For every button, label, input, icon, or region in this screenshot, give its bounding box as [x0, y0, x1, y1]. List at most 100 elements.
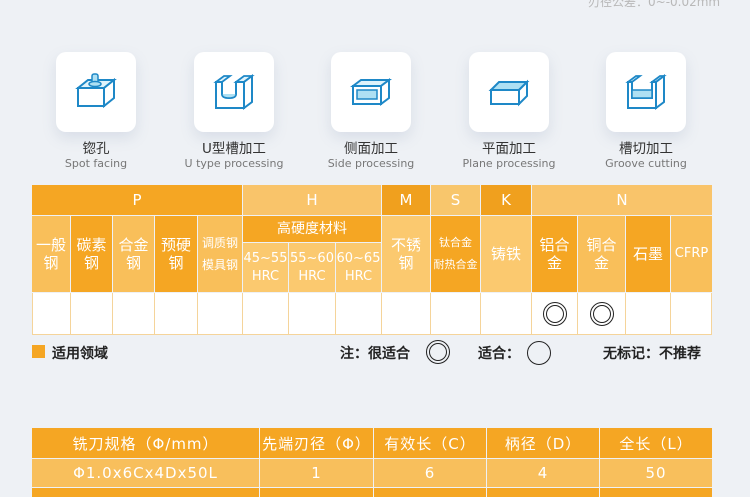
spec-row-next	[487, 488, 599, 497]
legend-suitable: 适合：	[478, 346, 520, 362]
process-side: 侧面加工 Side processing	[316, 52, 426, 171]
suit-cell	[113, 293, 155, 335]
col-line: 耐热合金	[433, 258, 478, 271]
suit-cell	[481, 293, 532, 335]
col-line: 铜合	[586, 236, 617, 254]
col-line: 铝合	[539, 236, 570, 254]
suit-cell	[32, 293, 71, 335]
side-processing-icon	[350, 78, 392, 106]
col-line: 钢	[83, 254, 99, 272]
process-card	[194, 52, 274, 132]
suitable-icon	[527, 341, 551, 365]
spec-header-total-length: 全长（L）	[600, 428, 712, 458]
legend-square-icon	[32, 345, 45, 358]
suit-cell	[289, 293, 336, 335]
col-hrc-55-60: 55~60 HRC	[289, 243, 335, 292]
col-graphite: 石墨	[626, 216, 670, 292]
group-k: K	[481, 185, 531, 215]
spec-row-next	[600, 488, 712, 497]
group-m: M	[382, 185, 430, 215]
legend-not-recommended: 无标记：不推荐	[603, 346, 701, 362]
col-tempered-mold-steel: 调质钢 模具钢	[198, 216, 242, 292]
spot-facing-icon	[75, 73, 117, 109]
suit-cell	[671, 293, 712, 335]
suit-cell-copper	[578, 293, 626, 335]
col-line: 钢	[125, 254, 141, 272]
col-alloy-steel: 合金 钢	[113, 216, 154, 292]
suit-cell	[431, 293, 481, 335]
col-line: 预硬	[160, 236, 191, 254]
col-general-steel: 一般 钢	[32, 216, 70, 292]
plane-processing-icon	[488, 79, 530, 107]
spec-row-next	[32, 488, 259, 497]
legend-very-suitable: 注：很适合	[340, 346, 410, 362]
col-line: HRC	[298, 268, 326, 284]
col-line: 模具钢	[201, 258, 238, 272]
col-titanium-heat-alloy: 钛合金 耐热合金	[431, 216, 480, 292]
group-n: N	[532, 185, 712, 215]
col-line: HRC	[344, 268, 373, 284]
u-groove-icon	[213, 74, 255, 110]
very-suitable-icon	[589, 301, 614, 326]
col-line: 55~60	[290, 250, 334, 266]
col-line: 60~65	[336, 250, 381, 266]
process-card	[56, 52, 136, 132]
col-line: 钢	[398, 254, 414, 272]
legend-applicable: 适用领域	[52, 346, 108, 362]
spec-cell-model: Φ1.0x6Cx4Dx50L	[32, 459, 259, 487]
spec-cell-total-length: 50	[600, 459, 712, 487]
spec-cell-effective-length: 6	[374, 459, 486, 487]
col-carbon-steel: 碳素 钢	[71, 216, 112, 292]
spec-header-shank-diameter: 柄径（D）	[487, 428, 599, 458]
process-card	[469, 52, 549, 132]
very-suitable-icon	[542, 301, 567, 326]
suit-cell	[71, 293, 113, 335]
process-card	[606, 52, 686, 132]
col-line: 金	[546, 254, 562, 272]
col-line: 钢	[168, 254, 184, 272]
col-line: 45~55	[243, 250, 288, 266]
spec-header-tip-diameter: 先端刃径（Φ）	[260, 428, 373, 458]
process-cn-label: U型槽加工	[202, 141, 266, 157]
group-s: S	[431, 185, 480, 215]
col-line: 调质钢	[201, 236, 238, 250]
groove-cutting-icon	[625, 74, 667, 110]
spec-cell-shank-diameter: 4	[487, 459, 599, 487]
process-cn-label: 锪孔	[82, 141, 110, 157]
suit-cell	[336, 293, 382, 335]
very-suitable-icon	[426, 340, 450, 364]
legend-very-suitable-mark	[426, 340, 450, 364]
process-u-type: U型槽加工 U type processing	[179, 52, 289, 171]
col-stainless-steel: 不锈 钢	[382, 216, 430, 292]
process-en-label: Groove cutting	[605, 157, 687, 170]
process-cn-label: 槽切加工	[619, 141, 673, 157]
process-en-label: U type processing	[184, 157, 284, 170]
high-hardness-title: 高硬度材料	[243, 216, 381, 242]
col-line: 碳素	[76, 236, 107, 254]
col-line: HRC	[251, 268, 280, 284]
col-line: 钢	[43, 254, 59, 272]
col-line: 钛合金	[439, 236, 472, 249]
col-cast-iron: 铸铁	[481, 216, 531, 292]
col-line: 一般	[35, 236, 66, 254]
spec-header-effective-length: 有效长（C）	[374, 428, 486, 458]
process-spot-facing: 锪孔 Spot facing	[41, 52, 151, 171]
spec-row-next	[374, 488, 486, 497]
suit-cell	[198, 293, 243, 335]
spec-row-next	[260, 488, 373, 497]
suit-cell	[155, 293, 198, 335]
suit-cell-aluminum	[532, 293, 578, 335]
group-p: P	[32, 185, 242, 215]
col-prehardened-steel: 预硬 钢	[155, 216, 197, 292]
col-line: 不锈	[390, 236, 421, 254]
suit-cell	[382, 293, 431, 335]
col-cfrp: CFRP	[671, 216, 712, 292]
process-cn-label: 平面加工	[482, 141, 536, 157]
tolerance-note: 刃径公差：0~-0.02mm	[588, 0, 721, 9]
process-en-label: Side processing	[327, 157, 415, 170]
col-line: 合金	[118, 236, 149, 254]
process-en-label: Spot facing	[64, 157, 128, 170]
process-card	[331, 52, 411, 132]
col-hrc-45-55: 45~55 HRC	[243, 243, 288, 292]
col-line: 金	[593, 254, 609, 272]
